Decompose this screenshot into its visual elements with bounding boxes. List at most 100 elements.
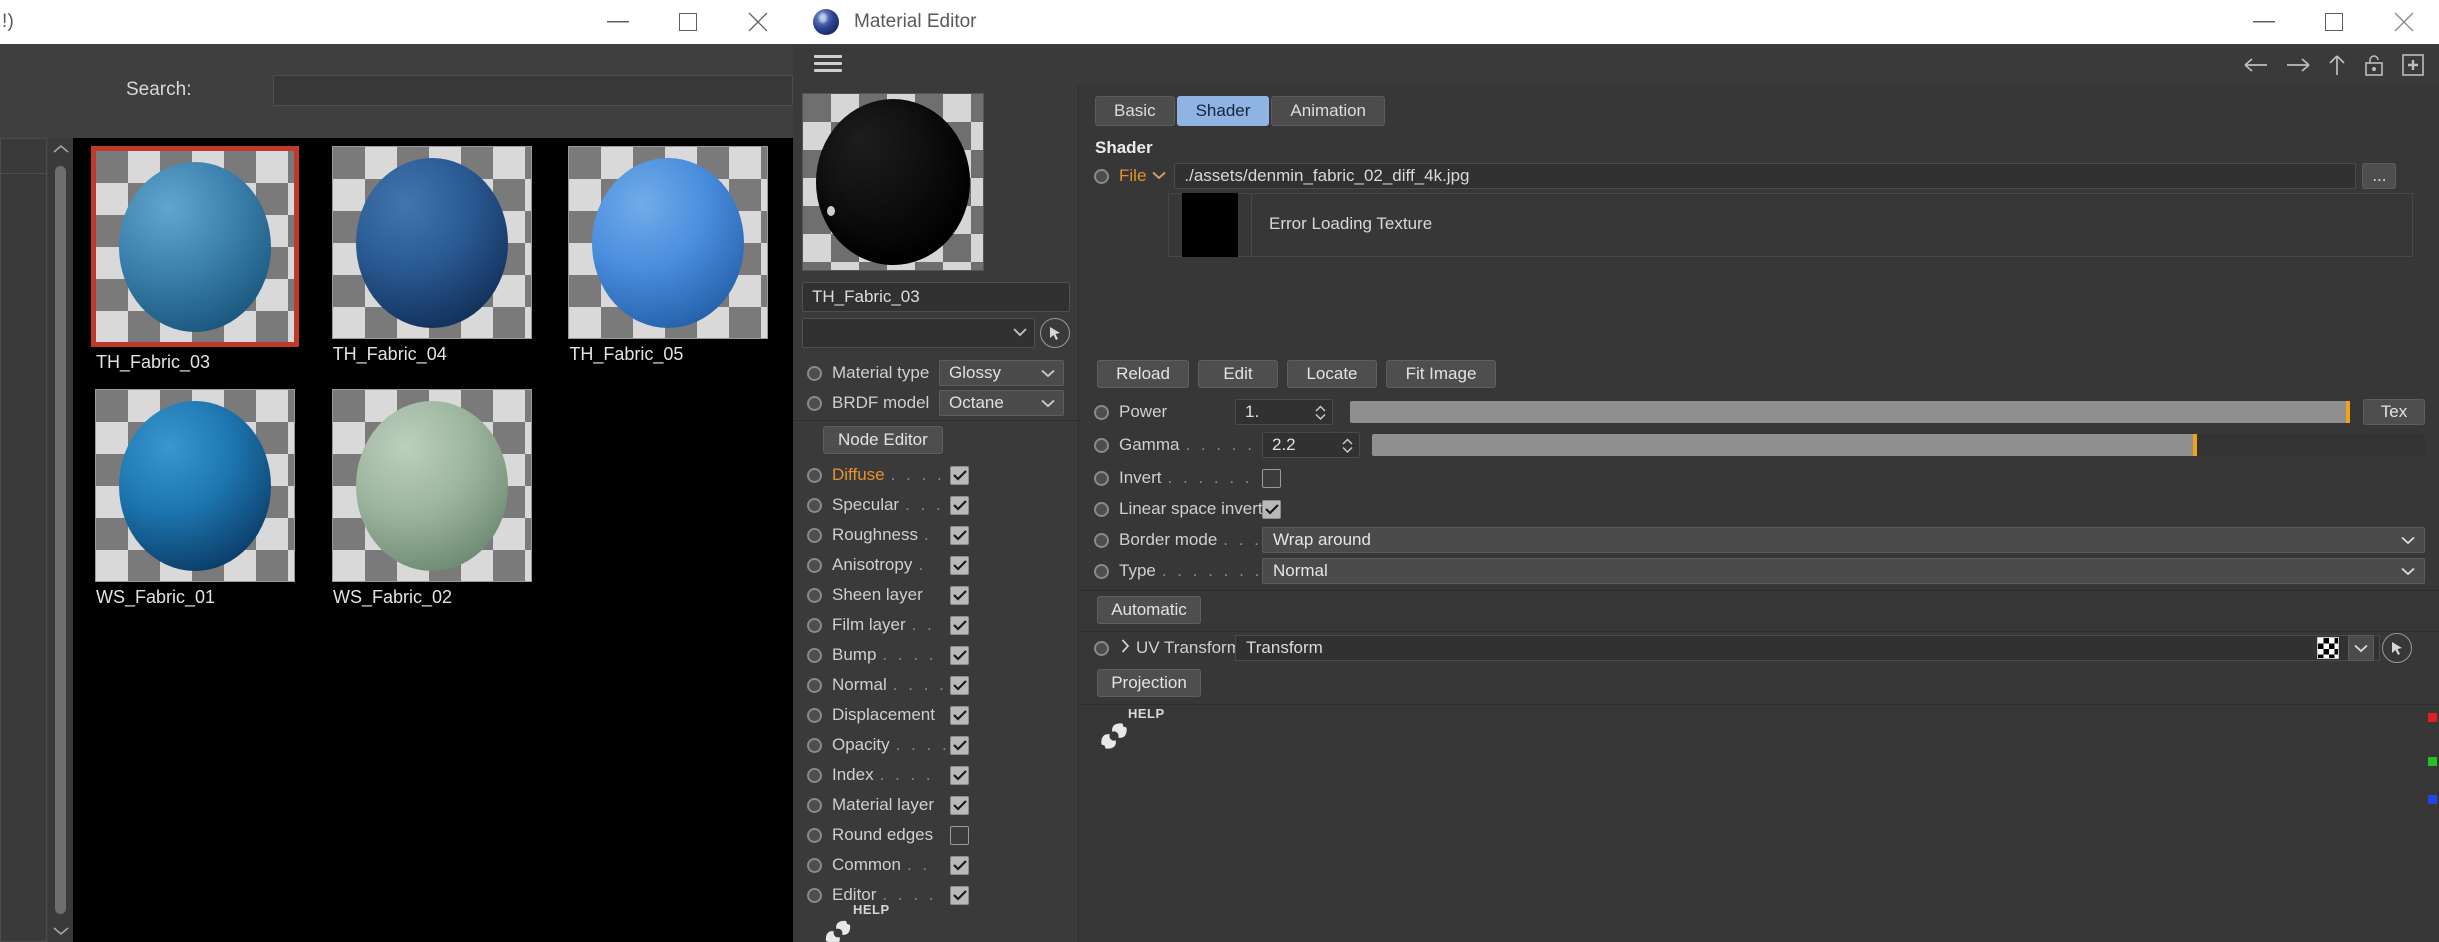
power-stepper-icon[interactable] [1314,404,1327,421]
opacity-bullet-icon[interactable] [807,737,822,753]
opacity-checkbox[interactable] [950,735,969,755]
cursor-picker-icon[interactable] [2382,633,2412,663]
material-thumbnail[interactable] [95,389,295,582]
diffuse-bullet-icon[interactable] [807,467,822,483]
material-type-select[interactable]: Glossy [939,360,1064,386]
material-tile[interactable]: WS_Fabric_01 [83,389,320,608]
chevron-down-icon[interactable] [1041,363,1055,383]
gamma-slider[interactable] [1372,434,2425,456]
file-path-input[interactable]: ./assets/denmin_fabric_02_diff_4k.jpg [1174,163,2357,189]
scroll-down-icon[interactable] [48,920,73,942]
material-help-block[interactable]: HELP [815,902,890,942]
bump-checkbox[interactable] [950,645,969,665]
tex-button[interactable]: Tex [2363,399,2425,425]
cursor-picker-icon[interactable] [1040,318,1070,348]
power-slider[interactable] [1350,401,2350,423]
locate-button[interactable]: Locate [1287,360,1377,388]
gamma-stepper-icon[interactable] [1341,437,1354,454]
browser-scrollbar[interactable] [48,138,73,942]
back-arrow-icon[interactable] [2243,55,2269,75]
reload-button[interactable]: Reload [1097,360,1189,388]
material-name-input[interactable]: TH_Fabric_03 [802,282,1070,312]
material-preset-combo[interactable] [802,318,1035,348]
automatic-button[interactable]: Automatic [1097,596,1201,624]
chevron-down-icon[interactable] [2401,561,2415,581]
file-browse-button[interactable]: ... [2362,163,2397,189]
tab-shader[interactable]: Shader [1176,96,1270,126]
index-checkbox[interactable] [950,765,969,785]
material-layer-bullet-icon[interactable] [807,797,822,813]
normal-checkbox[interactable] [950,675,969,695]
shader-help-block[interactable]: HELP [1090,706,1165,760]
bump-bullet-icon[interactable] [807,647,822,663]
scrollbar-thumb[interactable] [55,166,66,914]
node-editor-button[interactable]: Node Editor [823,426,943,454]
hamburger-menu-icon[interactable] [814,54,842,76]
invert-checkbox[interactable] [1262,468,1281,488]
power-input[interactable]: 1. [1235,399,1333,425]
sheen-layer-checkbox[interactable] [950,585,969,605]
common-bullet-icon[interactable] [807,857,822,873]
material-type-bullet-icon[interactable] [807,365,822,381]
sheen-layer-bullet-icon[interactable] [807,587,822,603]
brdf-model-select[interactable]: Octane [939,390,1064,416]
file-chevron-down-icon[interactable] [1152,167,1167,185]
edit-button[interactable]: Edit [1198,360,1278,388]
brdf-model-bullet-icon[interactable] [807,395,822,411]
specular-checkbox[interactable] [950,495,969,515]
displacement-checkbox[interactable] [950,705,969,725]
material-layer-checkbox[interactable] [950,795,969,815]
material-thumbnail[interactable] [91,146,299,347]
tab-animation[interactable]: Animation [1271,96,1386,126]
power-bullet-icon[interactable] [1094,404,1109,420]
specular-bullet-icon[interactable] [807,497,822,513]
uv-transform-bullet-icon[interactable] [1094,640,1109,656]
material-thumbnail[interactable] [332,389,532,582]
uv-transform-input[interactable]: Transform [1235,635,2380,661]
anisotropy-checkbox[interactable] [950,555,969,575]
film-layer-bullet-icon[interactable] [807,617,822,633]
normal-bullet-icon[interactable] [807,677,822,693]
border-mode-select[interactable]: Wrap around [1262,527,2425,553]
power-slider-knob[interactable] [2346,401,2350,423]
chevron-down-icon[interactable] [1041,393,1055,413]
linear-space-invert-bullet-icon[interactable] [1094,501,1109,517]
maximize-icon[interactable] [653,0,723,44]
roughness-checkbox[interactable] [950,525,969,545]
film-layer-checkbox[interactable] [950,615,969,635]
gamma-input[interactable]: 2.2 [1262,432,1360,458]
editor-bullet-icon[interactable] [807,887,822,903]
type-select[interactable]: Normal [1262,558,2425,584]
material-tile[interactable]: TH_Fabric_05 [556,146,793,373]
material-thumbnail[interactable] [331,146,532,339]
maximize-icon[interactable] [2299,0,2369,44]
anisotropy-bullet-icon[interactable] [807,557,822,573]
tab-basic[interactable]: Basic [1095,96,1175,126]
displacement-bullet-icon[interactable] [807,707,822,723]
texture-thumbnail[interactable] [1168,193,1252,257]
common-checkbox[interactable] [950,855,969,875]
index-bullet-icon[interactable] [807,767,822,783]
material-preview[interactable] [802,93,984,271]
gamma-slider-knob[interactable] [2193,434,2198,456]
material-tile[interactable]: WS_Fabric_02 [320,389,557,608]
chevron-down-icon[interactable] [1012,324,1028,342]
material-tile[interactable]: TH_Fabric_04 [320,146,557,373]
chevron-down-icon[interactable] [2348,635,2374,661]
material-tile[interactable]: TH_Fabric_03 [83,146,320,373]
search-input[interactable] [273,74,793,106]
linear-space-invert-checkbox[interactable] [1262,499,1281,519]
expand-chevron-right-icon[interactable] [1121,638,1130,658]
file-bullet-icon[interactable] [1094,168,1109,184]
forward-arrow-icon[interactable] [2285,55,2311,75]
lock-icon[interactable] [2363,53,2385,77]
checker-pattern-icon[interactable] [2317,637,2339,659]
up-arrow-icon[interactable] [2327,53,2347,77]
roughness-bullet-icon[interactable] [807,527,822,543]
close-icon[interactable] [723,0,793,44]
minimize-icon[interactable] [2229,0,2299,44]
minimize-icon[interactable] [583,0,653,44]
type-bullet-icon[interactable] [1094,563,1109,579]
gamma-bullet-icon[interactable] [1094,437,1109,453]
add-plus-icon[interactable] [2401,53,2425,77]
